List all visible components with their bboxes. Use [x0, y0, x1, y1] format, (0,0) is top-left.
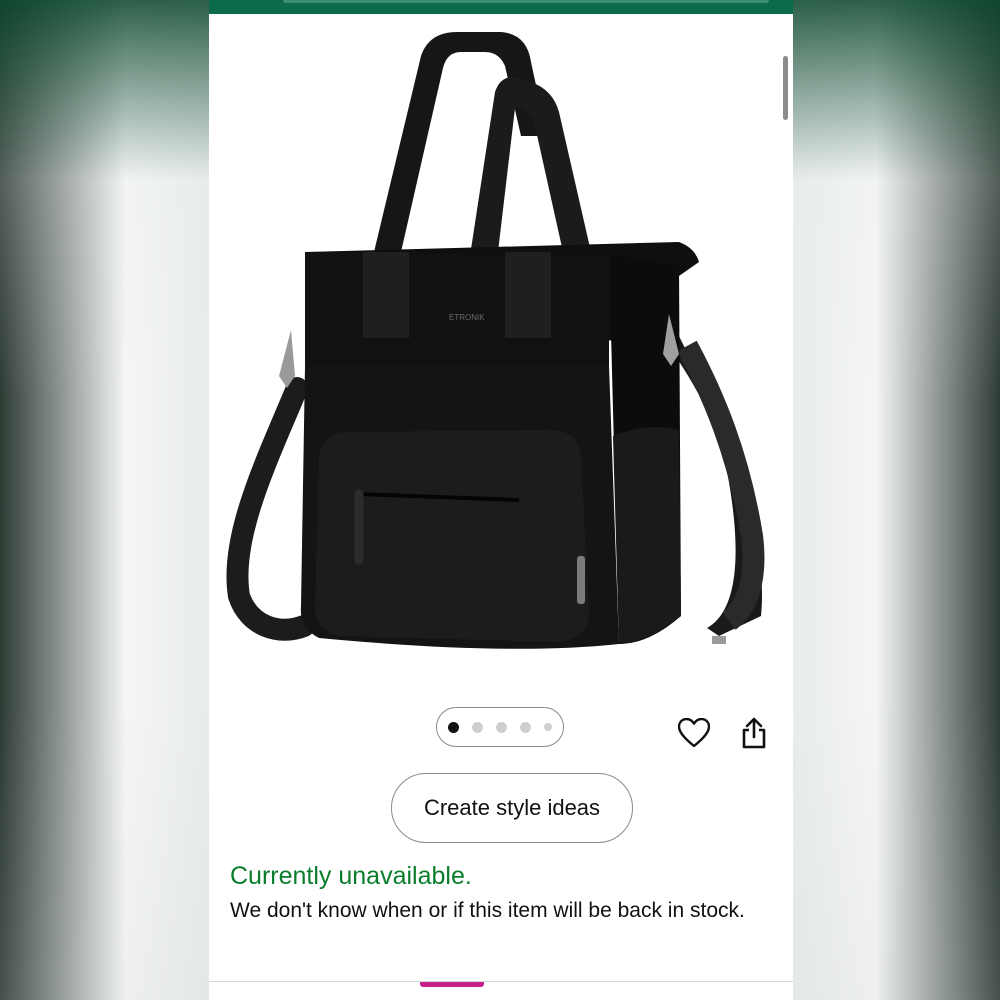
background-blur-left [0, 0, 209, 1000]
next-section-card [209, 981, 793, 1000]
svg-text:ETRONIK: ETRONIK [449, 313, 485, 322]
share-icon[interactable] [736, 715, 772, 751]
image-carousel-indicator[interactable] [436, 707, 564, 747]
availability-status: Currently unavailable. [230, 862, 472, 890]
product-image[interactable]: ETRONIK [209, 16, 793, 696]
accent-tab [420, 982, 484, 987]
availability-message: We don't know when or if this item will … [230, 899, 745, 922]
carousel-dot-2[interactable] [472, 721, 483, 733]
phone-screen: ETRONIK Create style ideas Currently una… [209, 0, 793, 1000]
carousel-dot-4[interactable] [520, 721, 531, 733]
create-style-ideas-button[interactable]: Create style ideas [391, 773, 633, 843]
background-blur-right [793, 0, 1000, 1000]
heart-icon[interactable] [676, 715, 712, 751]
carousel-dot-5[interactable] [544, 723, 552, 731]
carousel-dot-1[interactable] [448, 721, 459, 733]
app-header-bar [209, 0, 793, 14]
carousel-dot-3[interactable] [496, 721, 507, 733]
